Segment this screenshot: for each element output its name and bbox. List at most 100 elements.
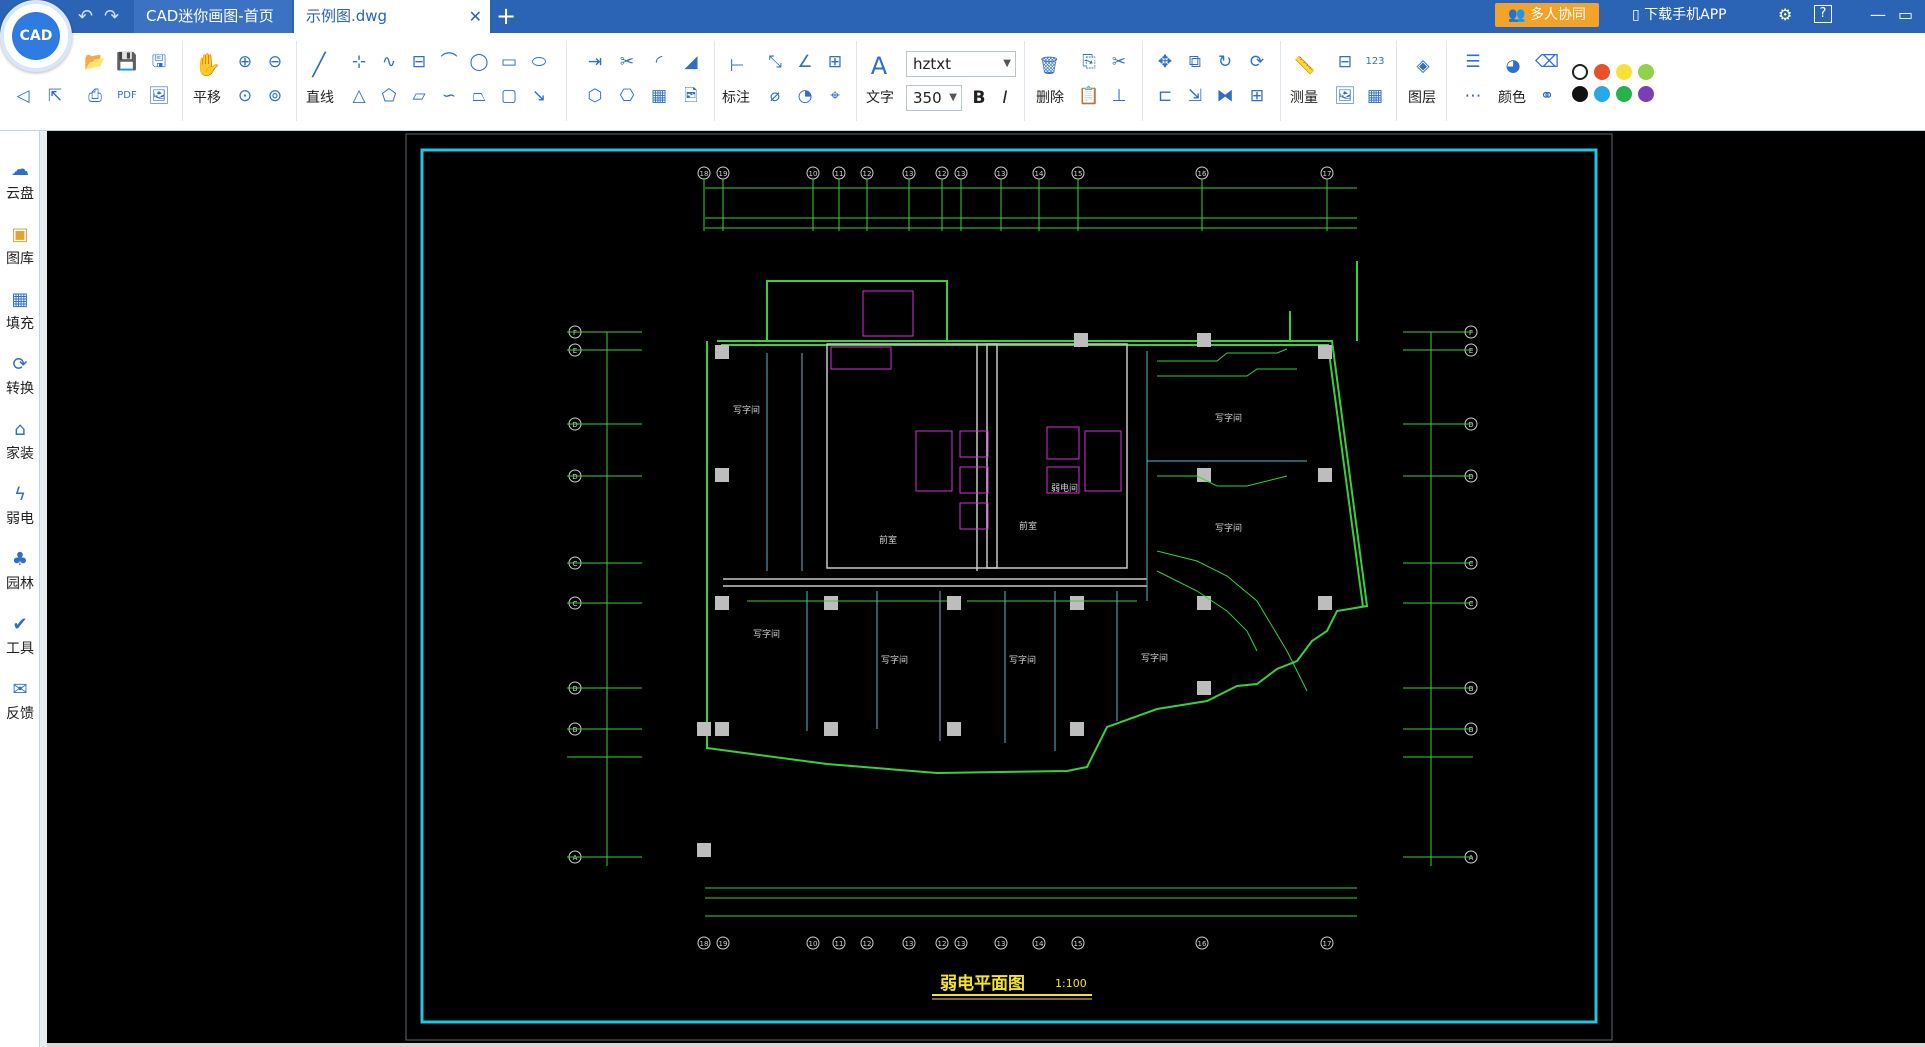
color-wheel-icon[interactable]: ◕ <box>1500 53 1526 79</box>
area-icon[interactable]: ⊟ <box>1332 49 1358 75</box>
app-logo[interactable]: CAD <box>0 0 72 72</box>
ellipse-icon[interactable]: ⬭ <box>526 49 552 75</box>
italic-button[interactable]: I <box>992 85 1018 111</box>
arc-icon[interactable]: ⌒ <box>436 49 462 75</box>
help-icon[interactable]: ? <box>1814 5 1832 23</box>
rectangle-line-icon[interactable]: ⊟ <box>406 49 432 75</box>
sidebar-item-tools[interactable]: ✔ 工具 <box>0 612 40 658</box>
add-tab-icon[interactable]: + <box>496 2 516 30</box>
color-swatch-lime[interactable] <box>1638 64 1654 80</box>
font-select[interactable]: hztxt ▼ <box>906 51 1016 77</box>
sidebar-item-home[interactable]: ⌂ 家装 <box>0 417 40 463</box>
settings-icon[interactable]: ⚙ <box>1778 5 1792 24</box>
color-swatch-red[interactable] <box>1594 64 1610 80</box>
text-label[interactable]: 文字 <box>866 87 894 107</box>
dimension-icon[interactable]: ⊢ <box>724 53 750 79</box>
font-size-select[interactable]: 350 ▼ <box>906 85 962 111</box>
table-icon[interactable]: ▦ <box>1362 83 1388 109</box>
eraser-icon[interactable]: ⌫ <box>1534 49 1560 75</box>
picture-icon[interactable]: 🖼 <box>1332 83 1358 109</box>
pentagon-icon[interactable]: ⬠ <box>376 83 402 109</box>
stretch-icon[interactable]: ⇲ <box>1182 83 1208 109</box>
radius-dim-icon[interactable]: ⌀ <box>762 83 788 109</box>
insert-image-icon[interactable]: 🖻 <box>678 83 704 109</box>
stamp-icon[interactable]: ⊥ <box>1106 83 1132 109</box>
download-app-button[interactable]: ▯ 下载手机APP <box>1632 3 1727 27</box>
sidebar-item-garden[interactable]: ♣ 园林 <box>0 547 40 593</box>
zoom-out-icon[interactable]: ⊖ <box>262 49 288 75</box>
continue-dim-icon[interactable]: ⊞ <box>822 49 848 75</box>
tab-document[interactable]: 示例图.dwg ✕ <box>294 0 490 33</box>
link-icon[interactable]: ⚭ <box>1534 83 1560 109</box>
ruler-icon[interactable]: 📏 <box>1292 53 1318 79</box>
sidebar-item-hatch[interactable]: ▦ 填充 <box>0 287 40 333</box>
angle-dim-icon[interactable]: ∠ <box>792 49 818 75</box>
sidebar-item-gallery[interactable]: ▣ 图库 <box>0 222 40 268</box>
save-icon[interactable]: 💾 <box>114 49 140 75</box>
tab-home[interactable]: CAD迷你画图-首页 <box>134 0 292 33</box>
extend-icon[interactable]: ⇥ <box>582 49 608 75</box>
zoom-in-icon[interactable]: ⊕ <box>232 49 258 75</box>
refresh-icon[interactable]: ⟳ <box>1244 49 1270 75</box>
sidebar-item-cloud[interactable]: ☁ 云盘 <box>0 157 40 203</box>
pan-label[interactable]: 平移 <box>193 87 221 107</box>
color-swatch-green[interactable] <box>1616 86 1632 102</box>
maximize-icon[interactable]: ▭ <box>1898 5 1913 24</box>
circle-icon[interactable]: ◯ <box>466 49 492 75</box>
print-icon[interactable]: ⎙ <box>82 83 108 109</box>
scale-icon[interactable]: ⧉ <box>1182 49 1208 75</box>
color-label[interactable]: 颜色 <box>1498 87 1526 107</box>
trim-icon[interactable]: ✂ <box>614 49 640 75</box>
rectangle-icon[interactable]: ▭ <box>496 49 522 75</box>
color-swatch-blue[interactable] <box>1594 86 1610 102</box>
arrow-line-icon[interactable]: ↘ <box>526 83 552 109</box>
array-icon[interactable]: ⊞ <box>1244 83 1270 109</box>
cut-icon[interactable]: ✂ <box>1106 49 1132 75</box>
layer-label[interactable]: 图层 <box>1408 87 1436 107</box>
mirror-icon[interactable]: ⧓ <box>1212 83 1238 109</box>
polyline-icon[interactable]: ⊹ <box>346 49 372 75</box>
collab-button[interactable]: 👥 多人协同 <box>1495 3 1599 27</box>
move-icon[interactable]: ✥ <box>1152 49 1178 75</box>
diameter-dim-icon[interactable]: ◔ <box>792 83 818 109</box>
paste-icon[interactable]: 📋 <box>1076 83 1102 109</box>
minimize-icon[interactable]: — <box>1870 5 1886 24</box>
leader-icon[interactable]: ⌖ <box>822 83 848 109</box>
pdf-icon[interactable]: PDF <box>114 83 140 109</box>
dim-label[interactable]: 标注 <box>722 87 750 107</box>
color-swatch-yellow[interactable] <box>1616 64 1632 80</box>
back-icon[interactable]: ◁ <box>10 83 36 109</box>
spline-icon[interactable]: ∿ <box>376 49 402 75</box>
delete-label[interactable]: 删除 <box>1036 87 1064 107</box>
line-label[interactable]: 直线 <box>306 87 334 107</box>
close-tab-icon[interactable]: ✕ <box>469 0 482 33</box>
line-weight-icon[interactable]: ☰ <box>1460 49 1486 75</box>
sidebar-item-convert[interactable]: ⟳ 转换 <box>0 352 40 398</box>
copy-icon[interactable]: ⎘ <box>1076 49 1102 75</box>
sidebar-item-weak-current[interactable]: ϟ 弱电 <box>0 482 40 528</box>
zoom-extents-icon[interactable]: ⊚ <box>262 83 288 109</box>
zoom-window-icon[interactable]: ⊙ <box>232 83 258 109</box>
save-as-icon[interactable]: 🖫 <box>146 49 172 75</box>
aligned-dim-icon[interactable]: ⤡ <box>762 49 788 75</box>
redo-icon[interactable]: ↷ <box>104 6 119 27</box>
trash-icon[interactable]: 🗑 <box>1036 53 1062 79</box>
color-swatch-dark[interactable] <box>1572 86 1588 102</box>
block-icon[interactable]: ⬡ <box>582 83 608 109</box>
layers-icon[interactable]: ◈ <box>1410 53 1436 79</box>
color-swatch-black[interactable] <box>1572 64 1588 80</box>
curve-icon[interactable]: ∽ <box>436 83 462 109</box>
triangle-icon[interactable]: △ <box>346 83 372 109</box>
measure-label[interactable]: 测量 <box>1290 87 1318 107</box>
hand-pan-icon[interactable]: ✋ <box>194 53 221 79</box>
sidebar-item-feedback[interactable]: ✉ 反馈 <box>0 677 40 723</box>
open-file-icon[interactable]: 📂 <box>82 49 108 75</box>
hatch-tool-icon[interactable]: ▦ <box>646 83 672 109</box>
line-type-icon[interactable]: ⋯ <box>1460 83 1486 109</box>
import-icon[interactable]: ⇱ <box>42 83 68 109</box>
chamfer-icon[interactable]: ◢ <box>678 49 704 75</box>
bold-button[interactable]: B <box>966 85 992 111</box>
numbering-icon[interactable]: 123 <box>1362 49 1388 75</box>
fillet-icon[interactable]: ◜ <box>646 49 672 75</box>
offset-icon[interactable]: ⊏ <box>1152 83 1178 109</box>
